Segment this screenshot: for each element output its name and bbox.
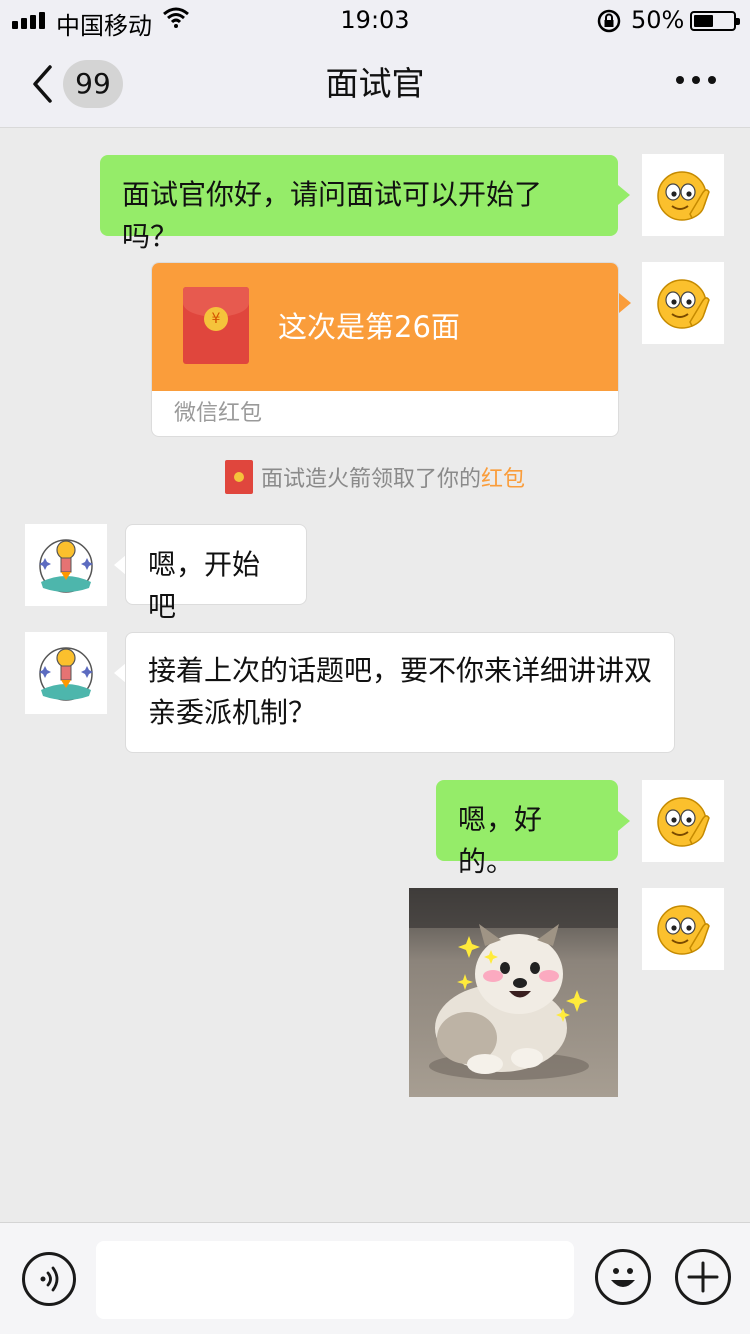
- red-envelope-icon: ¥: [183, 287, 249, 364]
- red-packet-footer: 微信红包: [174, 401, 263, 426]
- red-packet-title: 这次是第26面: [278, 310, 460, 344]
- plus-icon[interactable]: [675, 1249, 731, 1305]
- bubble-tail: [619, 293, 631, 313]
- bubble-tail: [618, 811, 630, 831]
- battery-percent: 50%: [631, 6, 685, 34]
- emoji-icon[interactable]: [595, 1249, 651, 1305]
- rocket-lightbulb-avatar[interactable]: [25, 632, 107, 714]
- red-packet-header: ¥ 这次是第26面: [152, 263, 618, 391]
- message-text-line: 接着上次的话题吧，要不你来详细讲讲双: [148, 654, 653, 687]
- battery-icon: [690, 11, 740, 31]
- voice-icon[interactable]: [22, 1252, 76, 1306]
- status-bar: 中国移动 19:03 50%: [0, 0, 750, 40]
- sent-message-bubble[interactable]: 嗯，好的。: [436, 780, 618, 878]
- smiling-emoji-avatar[interactable]: [642, 780, 724, 862]
- sent-message-bubble[interactable]: 面试官你好，请问面试可以开始了吗？: [100, 155, 618, 253]
- rotation-lock-icon: [596, 8, 622, 40]
- chat-title: 面试官: [325, 64, 425, 103]
- rocket-lightbulb-avatar[interactable]: [25, 524, 107, 606]
- red-packet-claimed-note: 面试造火箭领取了你的红包: [0, 460, 750, 496]
- message-text: 面试官你好，请问面试可以开始了吗？: [122, 178, 543, 253]
- more-dots-icon[interactable]: [676, 76, 716, 84]
- smiling-emoji-avatar[interactable]: [642, 154, 724, 236]
- received-message-bubble[interactable]: 接着上次的话题吧，要不你来详细讲讲双 亲委派机制？: [125, 632, 675, 753]
- received-message-bubble[interactable]: 嗯，开始吧: [125, 524, 307, 623]
- smiling-emoji-avatar[interactable]: [642, 262, 724, 344]
- fluffy-puppy-running-sticker[interactable]: [409, 888, 618, 1097]
- red-envelope-small-icon: [224, 460, 253, 494]
- message-text: 嗯，好的。: [458, 803, 543, 878]
- bubble-tail: [618, 185, 630, 205]
- chat-header: 99 面试官: [0, 40, 750, 128]
- message-text: 嗯，开始吧: [148, 548, 261, 623]
- system-note-text: 面试造火箭领取了你的: [260, 467, 481, 492]
- message-input-bar: [0, 1222, 750, 1334]
- smiling-emoji-avatar[interactable]: [642, 888, 724, 970]
- red-packet-link[interactable]: 红包: [481, 467, 525, 492]
- message-text-line: 亲委派机制？: [148, 696, 317, 729]
- red-packet-card[interactable]: ¥ 这次是第26面 微信红包: [151, 262, 619, 437]
- message-input[interactable]: [96, 1241, 574, 1319]
